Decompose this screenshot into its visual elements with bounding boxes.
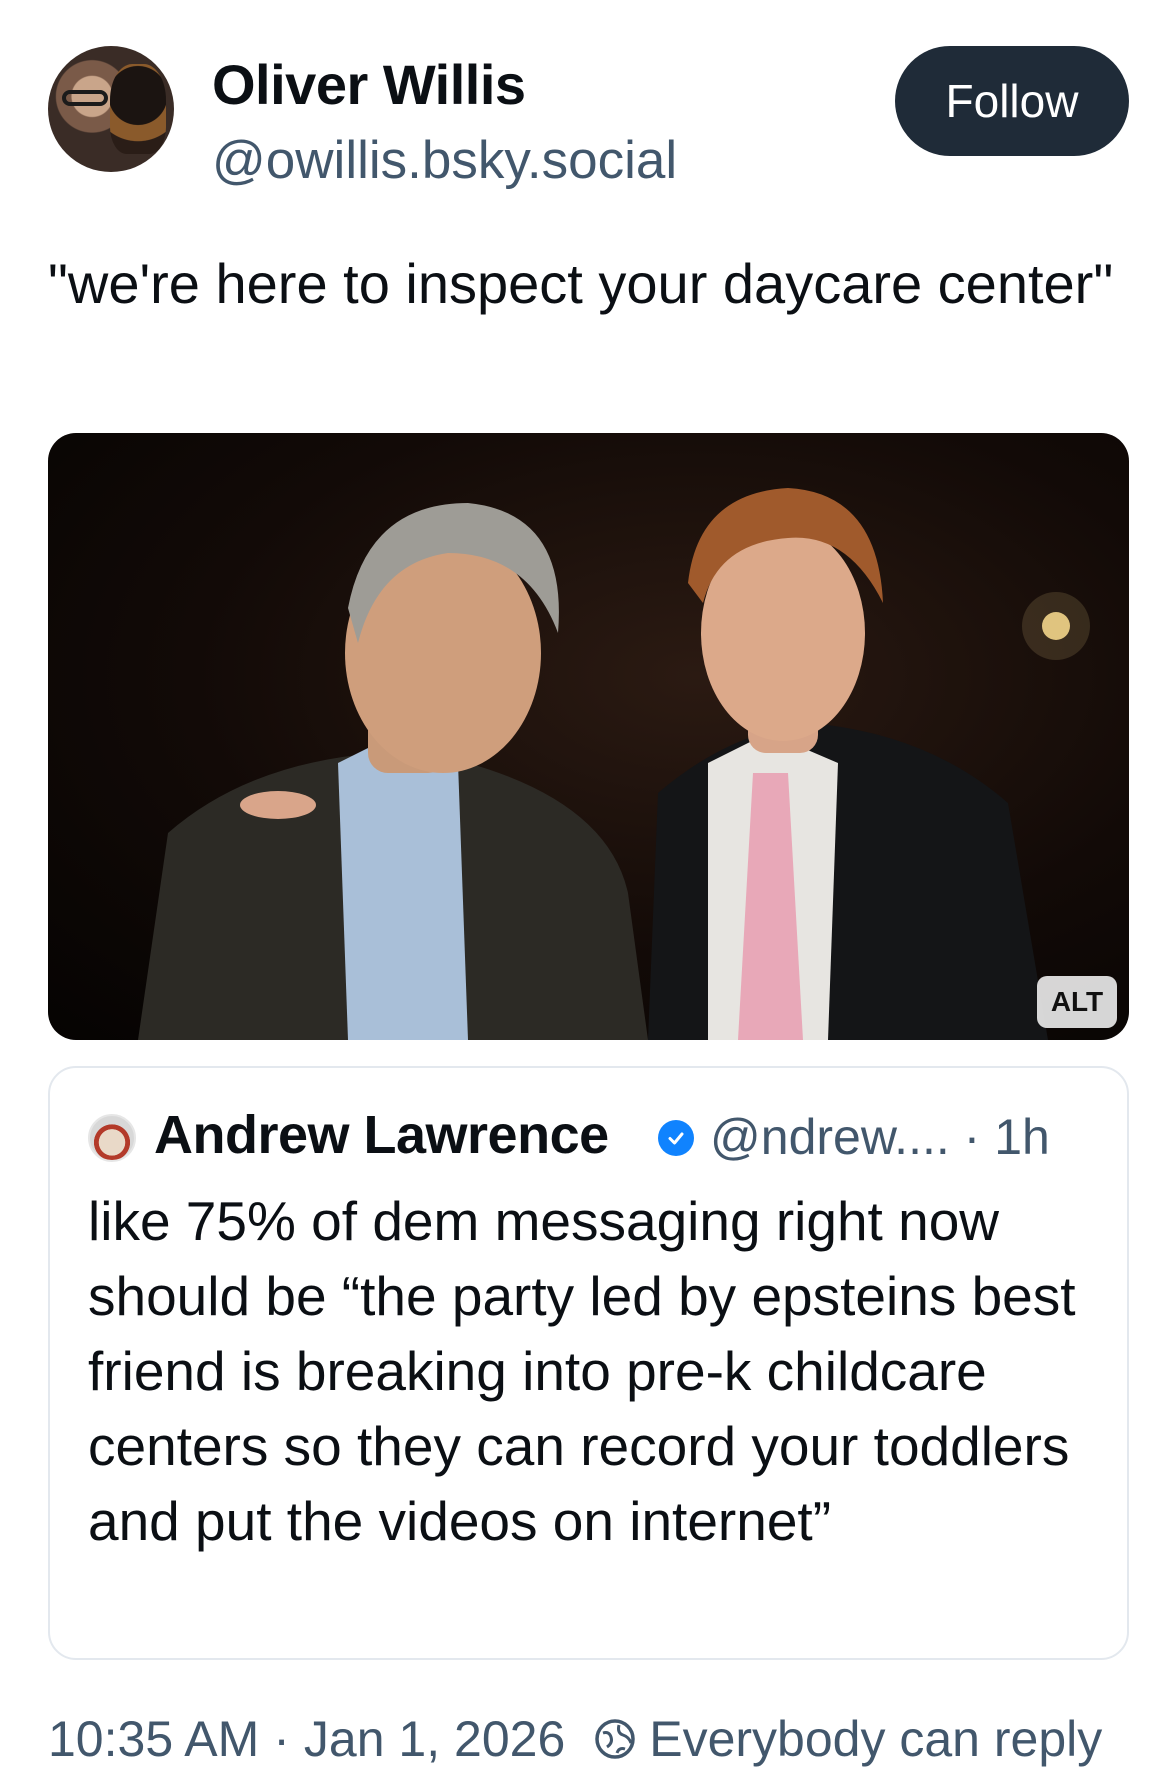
post-footer: 10:35 AM · Jan 1, 2026 Everybody can rep… (48, 1710, 1102, 1768)
post-text: "we're here to inspect your daycare cent… (48, 252, 1114, 315)
quoted-author-name: Andrew Lawrence (154, 1105, 609, 1165)
quoted-post-card[interactable]: Andrew Lawrence @ndrew.... · 1h like 75%… (48, 1066, 1129, 1660)
meta-separator: · (963, 1109, 995, 1165)
globe-icon (595, 1719, 635, 1759)
verified-check-icon (658, 1120, 694, 1156)
post-image[interactable]: ALT (48, 433, 1129, 1040)
author-avatar[interactable] (48, 46, 174, 172)
author-handle[interactable]: @owillis.bsky.social (212, 130, 677, 191)
alt-badge[interactable]: ALT (1037, 976, 1117, 1028)
quoted-post-age: 1h (994, 1109, 1050, 1165)
reply-setting[interactable]: Everybody can reply (649, 1710, 1102, 1768)
quoted-author-avatar (88, 1114, 136, 1162)
follow-button[interactable]: Follow (895, 46, 1129, 156)
photo-illustration (138, 488, 1090, 1040)
post-time: 10:35 AM (48, 1711, 260, 1767)
avatar-dog (110, 64, 166, 154)
avatar-glasses (62, 90, 108, 106)
post-date: Jan 1, 2026 (303, 1711, 566, 1767)
footer-separator: · (273, 1711, 290, 1767)
quoted-author-handle: @ndrew.... (710, 1109, 950, 1165)
post-view: Oliver Willis @owillis.bsky.social Follo… (0, 0, 1170, 1780)
quoted-post-text: like 75% of dem messaging right now shou… (88, 1190, 1076, 1552)
quoted-author-meta: @ndrew.... · 1h (710, 1108, 1050, 1166)
author-display-name[interactable]: Oliver Willis (212, 52, 526, 117)
